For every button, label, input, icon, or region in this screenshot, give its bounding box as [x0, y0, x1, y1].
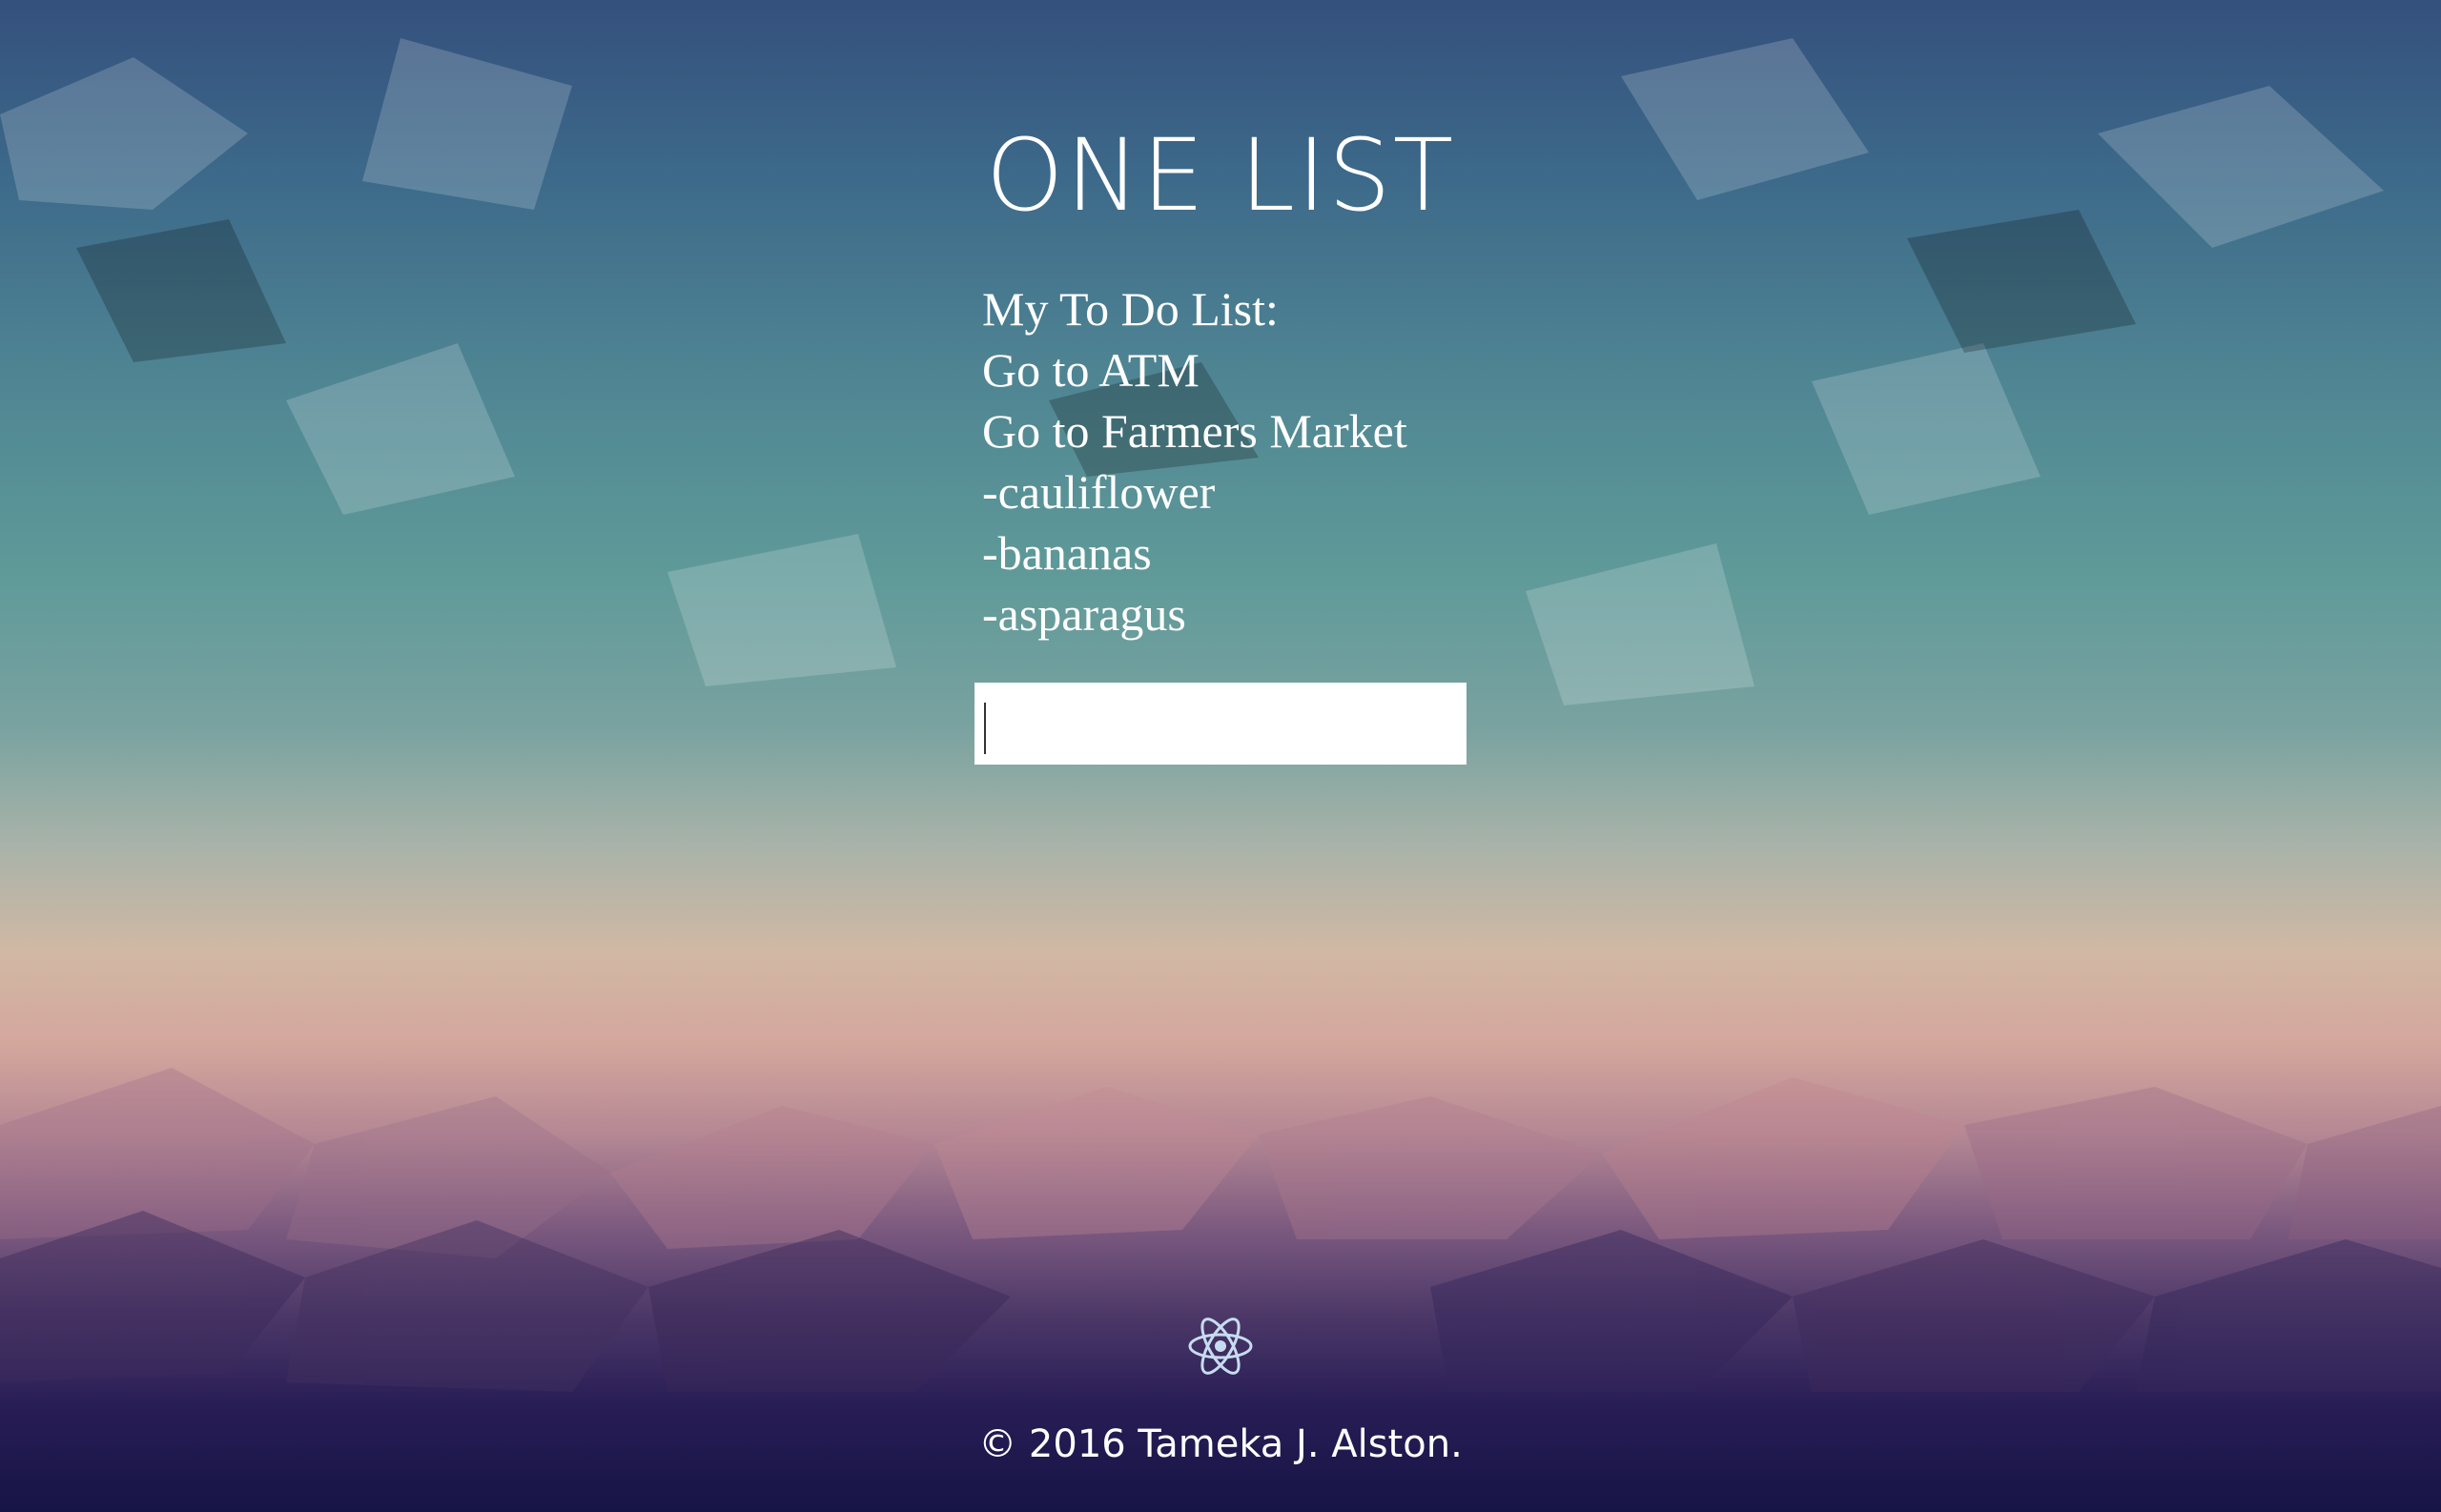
app-root: ONE LIST My To Do List: Go to ATM Go to …: [0, 0, 2441, 1512]
footer-copyright: © 2016 Tameka J. Alston.: [978, 1422, 1463, 1466]
list-item[interactable]: My To Do List:: [982, 278, 1407, 339]
list-item[interactable]: -cauliflower: [982, 461, 1407, 522]
app-title: ONE LIST: [985, 116, 1456, 234]
react-atom-icon: [1188, 1318, 1253, 1375]
list-item[interactable]: -asparagus: [982, 583, 1407, 644]
list-item[interactable]: Go to Farmers Market: [982, 400, 1407, 461]
list-item[interactable]: -bananas: [982, 522, 1407, 583]
list-item[interactable]: Go to ATM: [982, 339, 1407, 400]
todo-list: My To Do List: Go to ATM Go to Farmers M…: [982, 278, 1407, 644]
text-caret: [984, 703, 986, 754]
new-item-input[interactable]: [974, 683, 1467, 765]
